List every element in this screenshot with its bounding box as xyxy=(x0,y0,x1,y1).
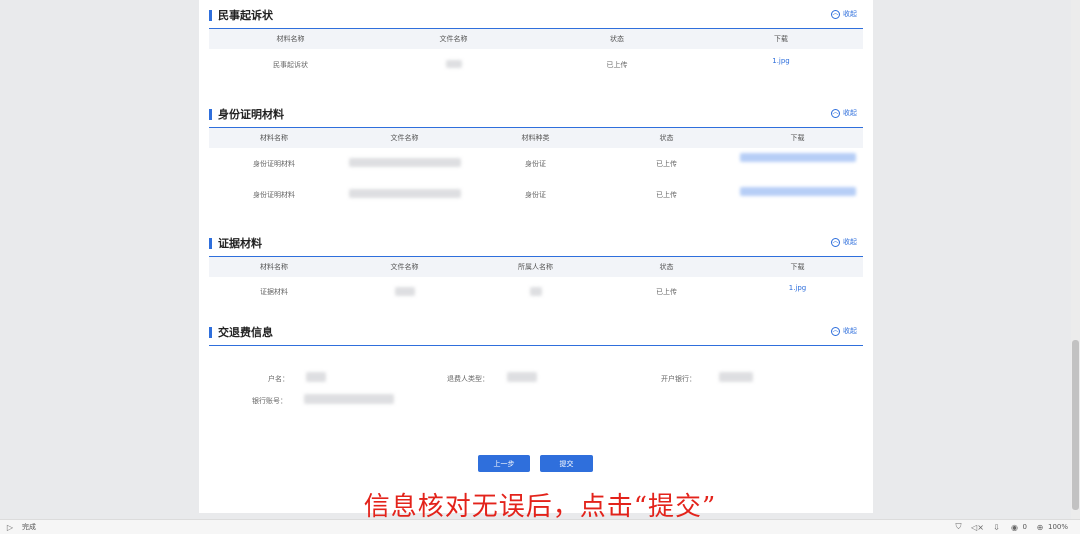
section-header: 身份证明材料 ︿ 收起 xyxy=(209,105,863,127)
material-name: 身份证明材料 xyxy=(253,159,295,168)
material-name: 证据材料 xyxy=(260,288,288,296)
column-header: 文件名称 xyxy=(439,35,468,43)
section-identity: 身份证明材料 ︿ 收起 材料名称 文件名称 材料种类 状态 下载 身份证明材料 … xyxy=(209,105,863,210)
file-name-redacted xyxy=(339,286,470,298)
refund-type-label: 退费人类型： xyxy=(447,375,489,383)
column-header: 文件名称 xyxy=(390,263,419,271)
column-header: 状态 xyxy=(659,134,674,142)
section-header: 民事起诉状 ︿ 收起 xyxy=(209,6,863,28)
download-link[interactable]: 1.jpg xyxy=(732,284,863,292)
collapse-label: 收起 xyxy=(843,109,857,117)
column-header: 材料名称 xyxy=(260,263,288,271)
material-type: 身份证 xyxy=(525,159,546,168)
column-header: 下载 xyxy=(790,134,805,142)
section-divider xyxy=(209,345,863,346)
file-name-redacted xyxy=(372,60,535,70)
upload-status: 已上传 xyxy=(606,61,628,69)
section-evidence: 证据材料 ︿ 收起 材料名称 文件名称 所属人名称 状态 下载 证据材料 已上传… xyxy=(209,234,863,307)
section-marker xyxy=(209,10,212,21)
column-header: 材料名称 xyxy=(276,35,305,43)
scrollbar-thumb[interactable] xyxy=(1072,340,1079,510)
column-header: 文件名称 xyxy=(390,134,419,142)
collapse-label: 收起 xyxy=(843,10,857,18)
table-row: 民事起诉状 已上传 1.jpg xyxy=(209,49,863,81)
owner-name-redacted xyxy=(470,286,601,298)
material-name: 身份证明材料 xyxy=(253,190,295,199)
refund-type-redacted xyxy=(507,372,537,382)
column-header: 所属人名称 xyxy=(518,263,553,271)
download-file-name[interactable]: 1.jpg xyxy=(772,57,790,65)
notification-icon[interactable]: ◉ xyxy=(1008,523,1022,532)
notification-count: 0 xyxy=(1022,523,1027,531)
submit-button[interactable]: 提交 xyxy=(540,455,593,472)
collapse-label: 收起 xyxy=(843,238,857,246)
section-marker xyxy=(209,109,212,120)
collapse-label: 收起 xyxy=(843,327,857,335)
chevron-up-icon: ︿ xyxy=(831,237,840,247)
collapse-toggle[interactable]: ︿ 收起 xyxy=(831,326,857,336)
section-marker xyxy=(209,327,212,338)
account-name-redacted xyxy=(306,372,326,382)
section-title: 证据材料 xyxy=(218,237,262,250)
section-marker xyxy=(209,238,212,249)
upload-status: 已上传 xyxy=(656,190,677,199)
table-header: 材料名称 文件名称 所属人名称 状态 下载 xyxy=(209,257,863,277)
sidebar-toggle-icon[interactable]: ▷ xyxy=(4,523,16,532)
material-name: 民事起诉状 xyxy=(273,61,308,69)
section-complaint: 民事起诉状 ︿ 收起 材料名称 文件名称 状态 下载 民事起诉状 已上传 1.j… xyxy=(209,6,863,81)
download-file-name[interactable]: 1.jpg xyxy=(789,284,807,292)
download-icon[interactable]: ⇩ xyxy=(990,523,1004,532)
table-header: 材料名称 文件名称 状态 下载 xyxy=(209,29,863,49)
vertical-scrollbar[interactable] xyxy=(1071,0,1080,519)
bank-label: 开户银行： xyxy=(661,375,696,383)
zoom-level[interactable]: 100% xyxy=(1048,523,1068,531)
account-name-label: 户名： xyxy=(268,375,289,383)
account-number-label: 银行账号： xyxy=(252,397,287,405)
column-header: 状态 xyxy=(659,263,674,271)
form-page: 民事起诉状 ︿ 收起 材料名称 文件名称 状态 下载 民事起诉状 已上传 1.j… xyxy=(199,0,873,513)
column-header: 下载 xyxy=(774,35,788,43)
section-header: 交退费信息 ︿ 收起 xyxy=(209,323,863,345)
section-title: 身份证明材料 xyxy=(218,108,284,121)
collapse-toggle[interactable]: ︿ 收起 xyxy=(831,9,857,19)
shield-icon[interactable]: ⛉ xyxy=(952,522,966,532)
column-header: 材料种类 xyxy=(521,134,550,142)
section-title: 民事起诉状 xyxy=(218,9,273,22)
download-link[interactable]: 1.jpg xyxy=(699,57,863,65)
previous-step-button[interactable]: 上一步 xyxy=(478,455,530,472)
table-row: 身份证明材料 身份证 已上传 xyxy=(209,179,863,210)
table-header: 材料名称 文件名称 材料种类 状态 下载 xyxy=(209,128,863,148)
download-link[interactable] xyxy=(732,153,863,164)
section-fee: 交退费信息 ︿ 收起 户名： 退费人类型： 开户银行： 银行账号： xyxy=(209,323,863,433)
chevron-up-icon: ︿ xyxy=(831,108,840,118)
collapse-toggle[interactable]: ︿ 收起 xyxy=(831,108,857,118)
file-name-redacted xyxy=(339,189,470,200)
instruction-caption: 信息核对无误后，点击“提交” xyxy=(363,492,717,522)
file-name-redacted xyxy=(339,158,470,169)
table-row: 证据材料 已上传 1.jpg xyxy=(209,277,863,307)
column-header: 下载 xyxy=(790,263,805,271)
column-header: 材料名称 xyxy=(260,134,288,142)
table-row: 身份证明材料 身份证 已上传 xyxy=(209,148,863,179)
chevron-up-icon: ︿ xyxy=(831,9,840,19)
upload-status: 已上传 xyxy=(656,288,677,296)
account-number-redacted xyxy=(304,394,394,404)
chevron-up-icon: ︿ xyxy=(831,326,840,336)
upload-status: 已上传 xyxy=(656,159,677,168)
download-link[interactable] xyxy=(732,187,863,198)
bank-redacted xyxy=(719,372,753,382)
browser-status-bar: ▷ 完成 ⛉ ◁× ⇩ ◉ 0 ⊕ 100% xyxy=(0,519,1080,534)
column-header: 状态 xyxy=(610,35,624,43)
section-title: 交退费信息 xyxy=(218,326,273,339)
zoom-icon[interactable]: ⊕ xyxy=(1033,523,1047,532)
status-text: 完成 xyxy=(22,523,36,531)
collapse-toggle[interactable]: ︿ 收起 xyxy=(831,237,857,247)
material-type: 身份证 xyxy=(525,190,546,199)
mute-icon[interactable]: ◁× xyxy=(970,523,986,532)
section-header: 证据材料 ︿ 收起 xyxy=(209,234,863,256)
